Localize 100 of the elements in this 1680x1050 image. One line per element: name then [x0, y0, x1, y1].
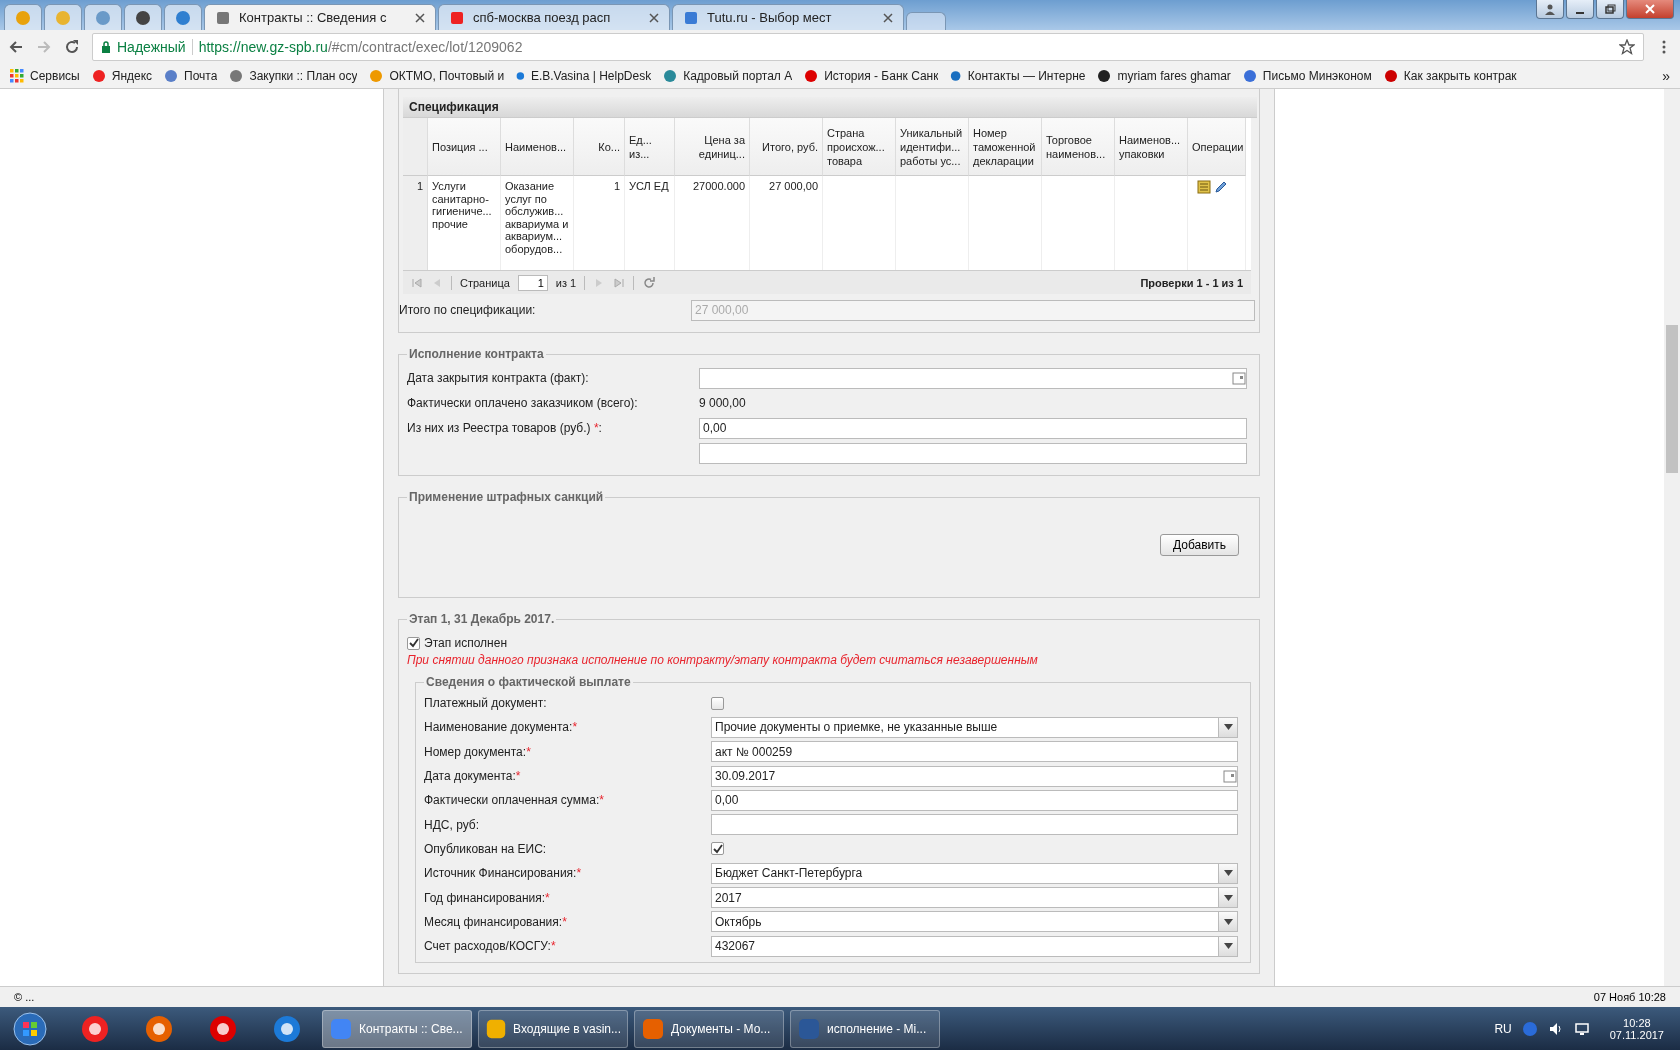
input-field[interactable] — [699, 442, 1247, 464]
required-mark: * — [599, 793, 604, 808]
field-label: Месяц финансирования:* — [424, 914, 568, 929]
close-icon[interactable] — [649, 12, 659, 23]
start-button[interactable] — [12, 1010, 48, 1047]
taskbar-button[interactable]: Документы - Мо... — [634, 1009, 784, 1048]
dropdown-button[interactable] — [1218, 863, 1237, 883]
column-header[interactable]: Позиция ... — [428, 118, 501, 176]
dropdown-button[interactable] — [1218, 888, 1237, 907]
site-icon — [55, 9, 71, 26]
bookmark[interactable]: История - Банк Санк — [804, 69, 939, 83]
site-icon — [1097, 69, 1112, 83]
site-icon — [950, 69, 962, 83]
page-input[interactable]: 1 — [517, 274, 548, 291]
bookmark[interactable]: Как закрыть контрак — [1383, 69, 1517, 83]
close-icon[interactable] — [415, 12, 425, 23]
date-field[interactable] — [699, 367, 1247, 389]
browser-tab[interactable]: Контракты :: Сведения с — [204, 4, 436, 30]
minimize-button[interactable] — [1566, 0, 1594, 19]
column-header[interactable]: Ед... из... — [625, 118, 675, 176]
bookmark[interactable]: E.B.Vasina | HelpDesk — [516, 69, 652, 83]
checkbox[interactable] — [711, 842, 724, 856]
site-icon — [215, 9, 231, 26]
date-field[interactable]: 30.09.2017 — [711, 765, 1238, 787]
column-header[interactable]: Номер таможенной декларации — [969, 118, 1042, 176]
restore-button[interactable] — [1596, 0, 1624, 19]
section-title: Этап 1, 31 Декабрь 2017. — [408, 612, 556, 626]
column-header[interactable]: Ко... — [574, 118, 625, 176]
dropdown-button[interactable] — [1218, 936, 1237, 956]
taskbar-button[interactable]: Контракты :: Све... — [322, 1009, 472, 1048]
reload-icon[interactable] — [64, 39, 80, 55]
bookmark[interactable]: myriam fares ghamar — [1097, 69, 1231, 83]
column-header[interactable]: Наименов... упаковки — [1115, 118, 1188, 176]
column-header[interactable]: Цена за единиц... — [675, 118, 750, 176]
add-button[interactable]: Добавить — [1159, 534, 1239, 556]
site-icon — [175, 9, 191, 26]
input-field[interactable]: 0,00 — [699, 417, 1247, 439]
dropdown-field[interactable]: Прочие документы о приемке, не указанные выше — [711, 716, 1238, 738]
required-mark: * — [545, 890, 550, 905]
field-label: Фактически оплаченная сумма:* — [424, 793, 605, 808]
close-icon — [1644, 3, 1656, 15]
section-title: Исполнение контракта — [408, 347, 545, 361]
checkbox[interactable] — [407, 636, 420, 650]
input-field[interactable] — [711, 814, 1238, 836]
column-header[interactable]: Страна происхож... товара — [823, 118, 896, 176]
dropdown-field[interactable]: 2017 — [711, 887, 1238, 908]
bookmark[interactable]: ОКТМО, Почтовый и — [369, 69, 505, 83]
close-icon[interactable] — [883, 12, 893, 23]
field-label: НДС, руб: — [424, 817, 480, 832]
taskbar-button[interactable]: исполнение - Mi... — [790, 1009, 940, 1048]
checkbox[interactable] — [711, 696, 724, 710]
lock-icon — [101, 41, 111, 53]
dropdown-field[interactable]: Бюджет Санкт-Петербурга — [711, 862, 1238, 884]
bookmark[interactable]: Сервисы — [10, 69, 80, 83]
bookmark[interactable]: Контакты — Интерне — [950, 69, 1086, 83]
column-header[interactable]: Торговое наименов... — [1042, 118, 1115, 176]
more-bookmarks-button[interactable]: » — [1662, 68, 1670, 84]
taskbar-button[interactable]: Входящие в vasin... — [478, 1009, 628, 1048]
input-field[interactable]: акт № 000259 — [711, 741, 1238, 763]
pencil-icon[interactable] — [1214, 180, 1228, 194]
close-button[interactable] — [1626, 0, 1674, 19]
network-icon[interactable] — [1573, 1020, 1590, 1037]
caret-icon — [1223, 724, 1233, 731]
browser-tab[interactable]: спб-москва поезд расп — [438, 4, 670, 30]
warning-text: При снятии данного признака исполнение по контракту/этапу контракта будет считаться незавершенным — [407, 653, 1039, 667]
bookmark[interactable]: Почта — [164, 69, 218, 83]
browser-tab[interactable] — [164, 4, 202, 30]
required-mark: * — [515, 769, 521, 784]
column-header[interactable]: Итого, руб. — [750, 118, 823, 176]
user-icon — [1544, 3, 1556, 15]
browser-tab[interactable] — [124, 4, 162, 30]
bookmark[interactable]: Письмо Минэконом — [1242, 69, 1372, 83]
dropdown-field[interactable]: 432067 — [711, 935, 1238, 957]
calendar-icon[interactable] — [1223, 769, 1237, 784]
scroll-icon[interactable] — [1196, 180, 1212, 194]
column-header[interactable]: Операции — [1188, 118, 1246, 176]
user-button[interactable] — [1536, 0, 1564, 19]
bookmark[interactable]: Яндекс — [91, 69, 153, 83]
site-icon — [95, 9, 111, 26]
browser-tab[interactable]: Tutu.ru - Выбор мест — [672, 4, 904, 30]
field-value: 9 000,00 — [699, 396, 746, 410]
dropdown-field[interactable]: Октябрь — [711, 911, 1238, 933]
back-icon[interactable] — [8, 39, 24, 55]
bookmark[interactable]: Закупки :: План осу — [229, 69, 358, 83]
column-header[interactable]: Наименов... — [501, 118, 574, 176]
dropdown-button[interactable] — [1218, 717, 1237, 737]
clock-time: 10:28 — [1623, 1016, 1651, 1029]
row-number: 1 — [403, 176, 428, 270]
address-field[interactable]: Надежный https://new.gz-spb.ru/#cm/contract/exec/lot/1209062 — [92, 33, 1644, 61]
scrollbar[interactable] — [1664, 89, 1680, 986]
input-field[interactable]: 0,00 — [711, 789, 1238, 811]
bookmark[interactable]: Кадровый портал А — [663, 69, 793, 83]
dropdown-button[interactable] — [1218, 912, 1237, 932]
column-header[interactable]: Уникальный идентифи... работы ус... — [896, 118, 969, 176]
language-indicator[interactable]: RU — [1494, 1021, 1512, 1036]
refresh-icon[interactable] — [642, 275, 657, 290]
section-title: Применение штрафных санкций — [408, 490, 605, 504]
field-label: Счет расходов/КОСГУ:* — [424, 939, 557, 954]
star-icon[interactable] — [1619, 39, 1635, 55]
calendar-icon[interactable] — [1232, 371, 1246, 385]
